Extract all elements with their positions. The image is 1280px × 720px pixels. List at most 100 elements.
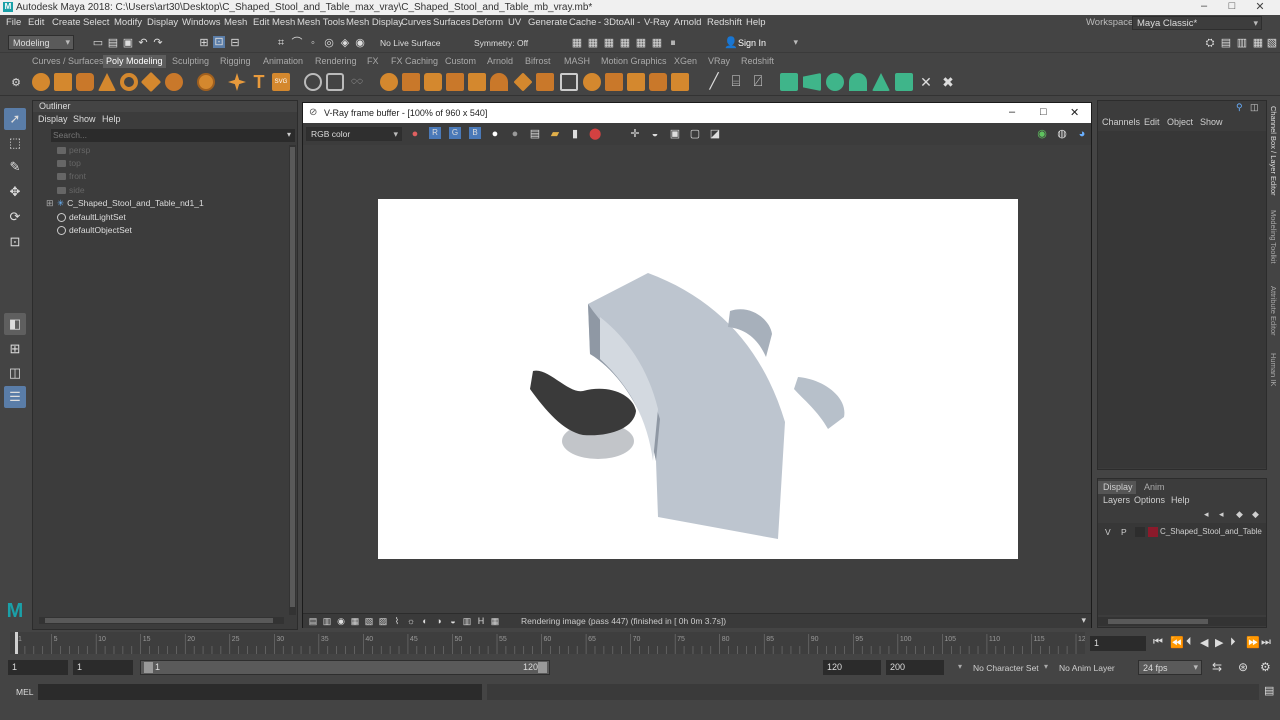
alpha-white-icon[interactable]: ●: [489, 128, 501, 140]
multi-cut-icon[interactable]: [446, 73, 464, 91]
super-shape-icon[interactable]: [228, 73, 246, 91]
separate-icon[interactable]: [326, 73, 344, 91]
vray-render-icon[interactable]: ▦: [651, 37, 663, 49]
poly-cone-icon[interactable]: [98, 73, 116, 91]
extrude-icon[interactable]: [380, 73, 398, 91]
uv-editor-icon[interactable]: [780, 73, 798, 91]
menu-help[interactable]: Help: [746, 17, 766, 28]
menu-cache[interactable]: Cache: [569, 17, 596, 28]
menu-vray[interactable]: V-Ray: [644, 17, 670, 28]
clear-image-icon[interactable]: ▮: [569, 128, 581, 140]
animation-preferences-icon[interactable]: ⚙: [1260, 660, 1271, 674]
insert-edge-loop-icon[interactable]: [560, 73, 578, 91]
attribute-editor-icon[interactable]: ▤: [1220, 37, 1232, 49]
outliner-menu-show[interactable]: Show: [73, 114, 96, 124]
channel-menu-object[interactable]: Object: [1167, 117, 1193, 127]
menu-arnold[interactable]: Arnold: [674, 17, 701, 28]
snap-curve-icon[interactable]: ⌒: [291, 37, 303, 49]
curves-icon[interactable]: ⌇: [391, 615, 403, 627]
play-backward-icon[interactable]: ◀: [1200, 636, 1208, 649]
layer-display-type[interactable]: [1135, 527, 1145, 537]
workspace-dropdown[interactable]: Maya Classic*: [1132, 16, 1262, 30]
poly-torus-icon[interactable]: [120, 73, 138, 91]
open-scene-icon[interactable]: ▤: [107, 37, 119, 49]
shelf-tab-motion-graphics[interactable]: Motion Graphics: [601, 56, 667, 66]
four-view-icon[interactable]: ⊞: [4, 338, 26, 360]
shelf-tab-curves-surfaces[interactable]: Curves / Surfaces: [32, 56, 104, 66]
layer-menu-help[interactable]: Help: [1171, 495, 1190, 505]
circularize-icon[interactable]: [605, 73, 623, 91]
slide-edge-icon[interactable]: ⌸: [727, 73, 745, 91]
mode-dropdown[interactable]: Modeling: [8, 35, 74, 50]
scrollbar-thumb[interactable]: [45, 618, 273, 623]
render-settings-icon[interactable]: ▦: [603, 37, 615, 49]
menu-generate[interactable]: Generate: [528, 17, 568, 28]
move-tool-icon[interactable]: ✥: [4, 181, 26, 203]
render-icon[interactable]: ◕: [1076, 128, 1088, 140]
target-weld-icon[interactable]: [536, 73, 554, 91]
vfb-maximize-icon[interactable]: □: [1040, 106, 1047, 118]
poke-icon[interactable]: [627, 73, 645, 91]
render-last-icon[interactable]: ◉: [1036, 128, 1048, 140]
loop-icon[interactable]: ⇆: [1212, 660, 1222, 674]
menu-display[interactable]: Display: [147, 17, 178, 28]
new-layer-selected-icon[interactable]: ◆: [1252, 509, 1259, 520]
stop-render-icon[interactable]: ⏸: [667, 37, 679, 49]
load-image-icon[interactable]: ▰: [549, 128, 561, 140]
automatic-map-icon[interactable]: [872, 73, 890, 91]
spherical-map-icon[interactable]: [849, 73, 867, 91]
poly-cube-icon[interactable]: [54, 73, 72, 91]
shelf-tab-redshift[interactable]: Redshift: [741, 56, 774, 66]
snap-view-icon[interactable]: ◎: [323, 37, 335, 49]
redo-icon[interactable]: ↷: [152, 37, 164, 49]
vfb-close-icon[interactable]: ✕: [1070, 106, 1079, 119]
hist-icon[interactable]: ▥: [461, 615, 473, 627]
fps-dropdown[interactable]: 24 fps: [1138, 660, 1202, 675]
target-weld-tool-icon[interactable]: ⍁: [749, 73, 767, 91]
undo-icon[interactable]: ↶: [137, 37, 149, 49]
shelf-tab-fx[interactable]: FX: [367, 56, 379, 66]
menu-redshift[interactable]: Redshift: [707, 17, 742, 28]
step-forward-key-icon[interactable]: ⏩: [1246, 636, 1260, 649]
channel-pin-icon[interactable]: ⚲: [1236, 102, 1243, 113]
show-corrections-icon[interactable]: ◪: [709, 128, 721, 140]
symmetry-label[interactable]: Symmetry: Off: [474, 38, 528, 48]
outliner-item-default-object-set[interactable]: defaultObjectSet: [57, 225, 132, 236]
menu-3dtoall[interactable]: - 3DtoAll -: [598, 17, 640, 28]
stamp-icon[interactable]: ▦: [349, 615, 361, 627]
menu-deform[interactable]: Deform: [472, 17, 503, 28]
bevel-icon[interactable]: [424, 73, 442, 91]
anim-layer-label[interactable]: No Anim Layer: [1059, 663, 1115, 673]
outliner-menu-display[interactable]: Display: [38, 114, 68, 124]
cylindrical-map-icon[interactable]: [826, 73, 844, 91]
cut-uv-icon[interactable]: ✕: [917, 73, 935, 91]
white-balance-icon[interactable]: ◐: [419, 615, 431, 627]
outliner-item-persp[interactable]: persp: [57, 145, 90, 155]
channel-menu-show[interactable]: Show: [1200, 117, 1223, 127]
current-time-indicator[interactable]: [15, 632, 18, 654]
channel-dropdown[interactable]: RGB color: [306, 127, 402, 141]
current-frame-field[interactable]: 1: [1090, 636, 1146, 651]
range-start-handle[interactable]: [144, 662, 153, 673]
select-hierarchy-icon[interactable]: ⊞: [198, 37, 210, 49]
menu-select[interactable]: Select: [83, 17, 109, 28]
link-to-maya-icon[interactable]: ▣: [669, 128, 681, 140]
close-icon[interactable]: ✕: [1246, 0, 1274, 13]
scale-tool-icon[interactable]: ⊡: [4, 231, 26, 253]
layer-name[interactable]: C_Shaped_Stool_and_Table: [1160, 527, 1262, 536]
outliner-item-side[interactable]: side: [57, 185, 85, 195]
expand-icon[interactable]: ⊞: [46, 198, 54, 209]
layer-menu-layers[interactable]: Layers: [1103, 495, 1130, 505]
channel-menu-edit[interactable]: Edit: [1144, 117, 1160, 127]
maximize-icon[interactable]: □: [1218, 0, 1246, 12]
outliner-item-group[interactable]: ✳ C_Shaped_Stool_and_Table_nd1_1: [57, 198, 204, 209]
layer-tab-display[interactable]: Display: [1098, 481, 1136, 494]
mono-icon[interactable]: ●: [509, 128, 521, 140]
planar-map-icon[interactable]: [803, 73, 821, 91]
range-slider[interactable]: 1 120: [140, 660, 550, 675]
command-language-label[interactable]: MEL: [16, 687, 33, 697]
poly-platonic-icon[interactable]: [197, 73, 215, 91]
region-render-icon[interactable]: ◒: [649, 128, 661, 140]
wedge-icon[interactable]: [649, 73, 667, 91]
save-scene-icon[interactable]: ▣: [122, 37, 134, 49]
